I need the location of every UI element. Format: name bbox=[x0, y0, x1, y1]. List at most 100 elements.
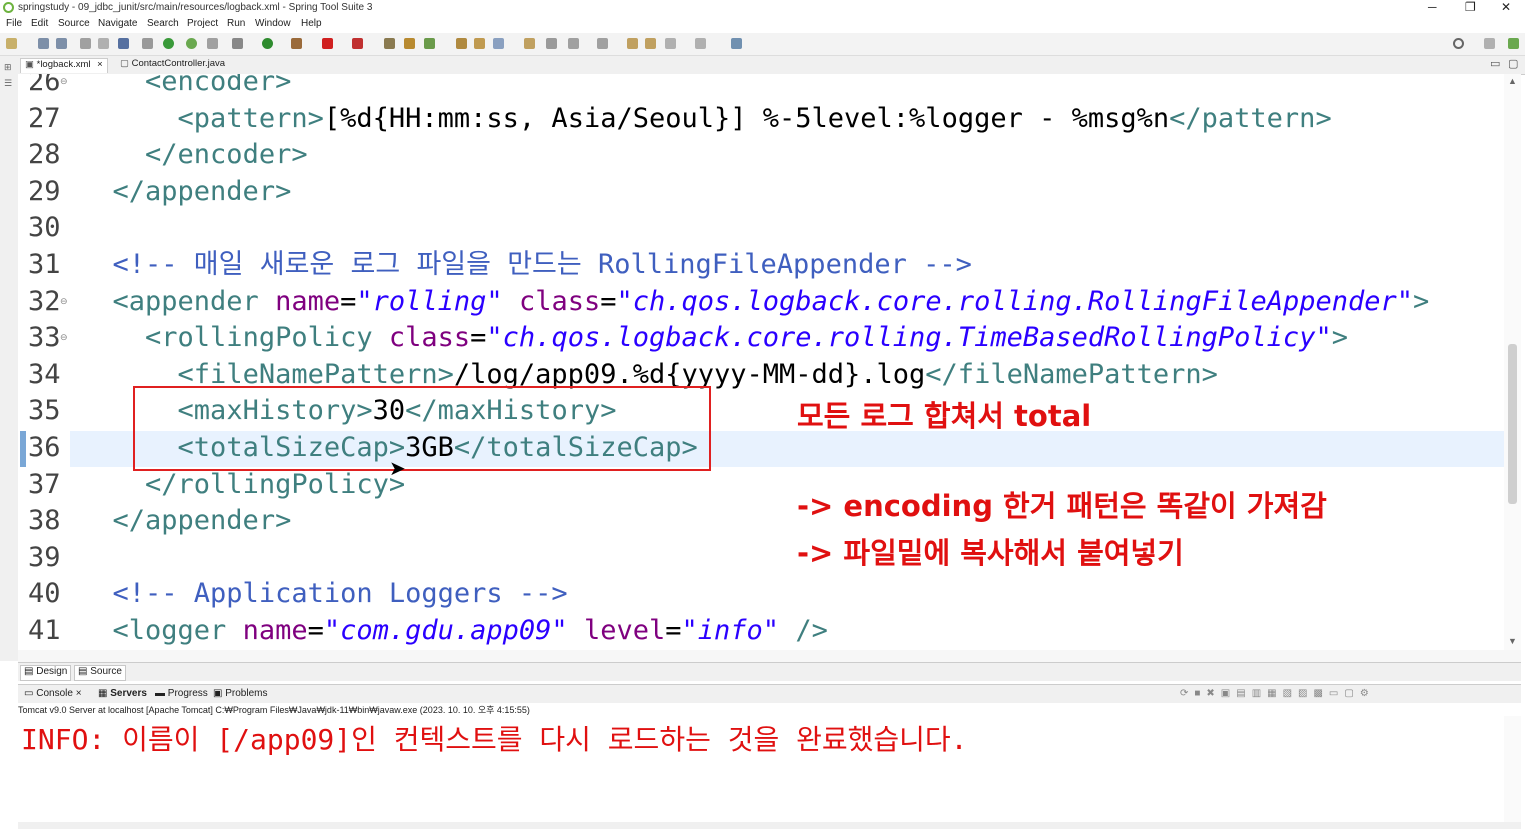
fold-toggle-icon[interactable]: ⊖ bbox=[60, 76, 68, 87]
properties-icon[interactable] bbox=[98, 38, 109, 49]
print-icon[interactable] bbox=[80, 38, 91, 49]
search-icon[interactable] bbox=[1453, 38, 1464, 49]
search-toolbar-icon[interactable] bbox=[493, 38, 504, 49]
line-number: 41 bbox=[28, 615, 61, 646]
link-icon[interactable] bbox=[207, 38, 218, 49]
maximize-editor-icon[interactable]: ▢ bbox=[1508, 57, 1518, 70]
tab-problems-label: Problems bbox=[225, 688, 268, 699]
console-output-text: INFO: 이름이 [/app09]인 컨텍스트를 다시 로드하는 것을 완료했… bbox=[21, 723, 968, 756]
line-number: 29 bbox=[28, 175, 61, 207]
editor-mode-tabs: ▤ Design ▤ Source bbox=[18, 662, 1521, 681]
new-server-icon[interactable] bbox=[384, 38, 395, 49]
editor-tabs: ▣ *logback.xml × ▢ ContactController.jav… bbox=[18, 56, 1525, 75]
code-val: "ch.qos.logback.core.rolling.TimeBasedRo… bbox=[486, 322, 1332, 354]
new-icon[interactable] bbox=[6, 38, 17, 49]
tab-servers-label: Servers bbox=[110, 688, 147, 699]
tab-console-close-icon[interactable]: × bbox=[76, 688, 82, 699]
xml-editor[interactable]: 26 ⊖ <encoder> 27 <pattern>[%d{HH:mm:ss, A… bbox=[18, 74, 1504, 650]
pin-editor-icon[interactable] bbox=[731, 38, 742, 49]
code-line[interactable]: <rollingPolicy class="ch.qos.logback.cor… bbox=[80, 320, 1348, 356]
console-horizontal-scrollbar[interactable] bbox=[18, 822, 1521, 829]
open-perspective-icon[interactable] bbox=[1484, 38, 1495, 49]
previous-annotation-icon[interactable] bbox=[597, 38, 608, 49]
console-vertical-scrollbar[interactable] bbox=[1504, 716, 1521, 822]
spring-boot-icon[interactable] bbox=[163, 38, 174, 49]
menu-edit[interactable]: Edit bbox=[31, 18, 48, 29]
tab-design[interactable]: ▤ Design bbox=[20, 665, 72, 681]
code-tag: </rollingPolicy> bbox=[145, 468, 406, 500]
refresh-icon[interactable] bbox=[186, 38, 197, 49]
main-toolbar bbox=[0, 33, 1525, 56]
menu-run[interactable]: Run bbox=[227, 18, 245, 29]
external-tools-icon[interactable] bbox=[352, 38, 363, 49]
console-toolbar-icons[interactable]: ⟳■✖▣▤▥▦▧▨▩▭▢⚙ bbox=[1180, 688, 1375, 699]
code-line[interactable]: <!-- Application Loggers --> bbox=[80, 576, 568, 612]
code-line[interactable]: </rollingPolicy> bbox=[80, 467, 405, 503]
tab-logback-xml[interactable]: ▣ *logback.xml × bbox=[20, 58, 108, 73]
nav-back-icon[interactable] bbox=[665, 38, 676, 49]
spring-perspective-icon[interactable] bbox=[1508, 38, 1519, 49]
last-edit-icon[interactable] bbox=[546, 38, 557, 49]
code-line[interactable]: </appender> bbox=[80, 174, 292, 210]
tab-console[interactable]: ▭ Console × bbox=[24, 688, 82, 699]
fold-toggle-icon[interactable]: ⊖ bbox=[60, 296, 68, 307]
save-icon[interactable] bbox=[38, 38, 49, 49]
tab-contactcontroller-java[interactable]: ▢ ContactController.java bbox=[116, 58, 229, 73]
open-task-icon[interactable] bbox=[474, 38, 485, 49]
editor-horizontal-scrollbar[interactable] bbox=[18, 650, 1521, 662]
debug-icon[interactable] bbox=[232, 38, 243, 49]
code-tag: <rollingPolicy bbox=[145, 322, 389, 354]
console-output[interactable]: INFO: 이름이 [/app09]인 컨텍스트를 다시 로드하는 것을 완료했… bbox=[18, 716, 1504, 822]
code-text: = bbox=[600, 285, 617, 317]
close-button[interactable]: ✕ bbox=[1501, 0, 1511, 14]
code-line[interactable]: <pattern>[%d{HH:mm:ss, Asia/Seoul}] %-5l… bbox=[80, 101, 1332, 137]
forward-icon[interactable] bbox=[645, 38, 656, 49]
coverage-icon[interactable] bbox=[291, 38, 302, 49]
new-class-icon[interactable] bbox=[424, 38, 435, 49]
code-line[interactable]: <!-- 매일 새로운 로그 파일을 만드는 RollingFileAppend… bbox=[80, 247, 972, 283]
scroll-up-icon[interactable]: ▲ bbox=[1508, 76, 1517, 86]
restore-icon[interactable]: ⊞ bbox=[4, 62, 12, 73]
editor-vertical-scrollbar[interactable]: ▲ ▼ bbox=[1504, 74, 1521, 650]
minimize-button[interactable]: ─ bbox=[1428, 0, 1437, 14]
tab-source[interactable]: ▤ Source bbox=[74, 665, 126, 681]
minimize-editor-icon[interactable]: ▭ bbox=[1490, 57, 1500, 70]
mouse-cursor-icon: ➤ bbox=[389, 458, 406, 480]
menu-project[interactable]: Project bbox=[187, 18, 218, 29]
save-all-icon[interactable] bbox=[56, 38, 67, 49]
fold-toggle-icon[interactable]: ⊖ bbox=[60, 332, 68, 343]
new-package-icon[interactable] bbox=[404, 38, 415, 49]
code-attr: level bbox=[583, 615, 666, 646]
code-line[interactable]: <appender name="rolling" class="ch.qos.l… bbox=[80, 284, 1430, 320]
stop-icon[interactable] bbox=[322, 38, 333, 49]
menu-navigate[interactable]: Navigate bbox=[98, 18, 137, 29]
open-type-icon[interactable] bbox=[456, 38, 467, 49]
scroll-down-icon[interactable]: ▼ bbox=[1508, 636, 1517, 646]
run-icon[interactable] bbox=[262, 38, 273, 49]
tab-servers[interactable]: ▦ Servers bbox=[98, 688, 147, 699]
code-line[interactable]: </appender> bbox=[80, 503, 292, 539]
console-tab-bar: ▭ Console × ▦ Servers ▬ Progress ▣ Probl… bbox=[18, 684, 1521, 703]
tab-progress[interactable]: ▬ Progress bbox=[155, 688, 208, 699]
code-line[interactable]: <logger name="com.gdu.app09" level="info… bbox=[80, 613, 828, 649]
scroll-thumb[interactable] bbox=[1508, 344, 1517, 504]
terminal-icon[interactable] bbox=[118, 38, 129, 49]
outline-icon[interactable]: ☰ bbox=[4, 78, 12, 89]
menu-source[interactable]: Source bbox=[58, 18, 90, 29]
menu-help[interactable]: Help bbox=[301, 18, 322, 29]
line-number: 31 bbox=[28, 249, 61, 280]
maximize-button[interactable]: ❐ bbox=[1465, 0, 1476, 14]
code-line[interactable]: <encoder> bbox=[80, 74, 291, 100]
menu-window[interactable]: Window bbox=[255, 18, 291, 29]
nav-forward-icon[interactable] bbox=[695, 38, 706, 49]
code-line[interactable]: </encoder> bbox=[80, 137, 308, 173]
tab-close-icon[interactable]: × bbox=[97, 59, 103, 70]
tab-problems[interactable]: ▣ Problems bbox=[213, 688, 267, 699]
skip-breakpoints-icon[interactable] bbox=[142, 38, 153, 49]
annotation-icon[interactable] bbox=[524, 38, 535, 49]
menu-file[interactable]: File bbox=[6, 18, 22, 29]
next-annotation-icon[interactable] bbox=[568, 38, 579, 49]
menu-search[interactable]: Search bbox=[147, 18, 179, 29]
back-icon[interactable] bbox=[627, 38, 638, 49]
